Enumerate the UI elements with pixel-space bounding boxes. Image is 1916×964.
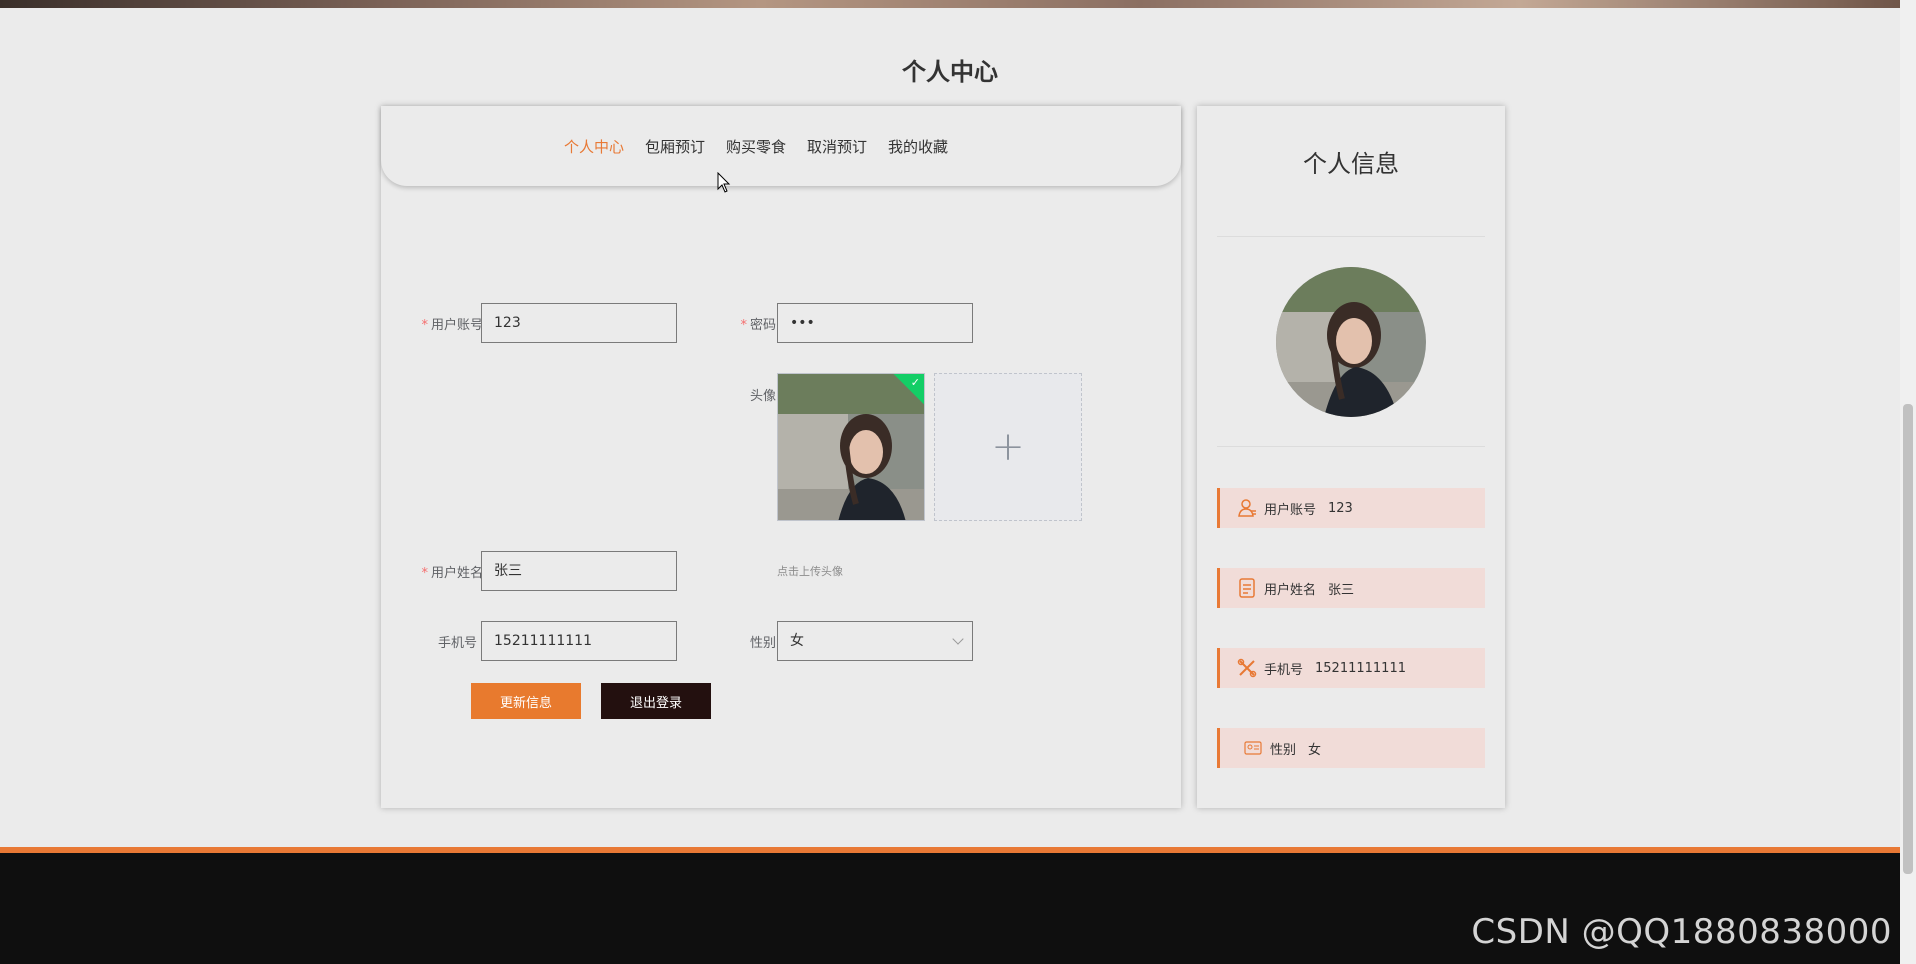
divider: [1217, 446, 1485, 447]
tab-buy-snacks[interactable]: 购买零食: [726, 136, 786, 157]
required-mark: *: [740, 318, 747, 333]
password-input[interactable]: •••: [777, 303, 973, 343]
hero-banner-strip: [0, 0, 1900, 8]
info-value: 15211111111: [1315, 660, 1406, 676]
gender-select-value: 女: [790, 633, 804, 649]
logout-button[interactable]: 退出登录: [601, 683, 711, 719]
personal-info-card: 个人信息 用户账号 123 用户姓名 张三 手机号 15211111111 性别…: [1197, 106, 1505, 808]
name-label: * 用户姓名: [421, 566, 483, 581]
page-scrollbar[interactable]: [1900, 0, 1916, 964]
password-label: * 密码: [740, 318, 776, 333]
gender-label: 性别: [749, 636, 776, 651]
divider: [1217, 236, 1485, 237]
watermark: CSDN @QQ1880838000: [1471, 912, 1892, 952]
info-row-name: 用户姓名 张三: [1217, 568, 1485, 608]
info-value: 女: [1308, 742, 1322, 758]
info-label: 用户姓名: [1264, 582, 1317, 598]
footer: CSDN @QQ1880838000: [0, 853, 1900, 964]
info-value: 张三: [1328, 582, 1355, 598]
info-row-account: 用户账号 123: [1217, 488, 1485, 528]
info-label: 手机号: [1264, 662, 1304, 678]
name-input[interactable]: 张三: [481, 551, 677, 591]
tab-bar: 个人中心 包厢预订 购买零食 取消预订 我的收藏: [381, 106, 1181, 186]
upload-tip: 点击上传头像: [777, 565, 843, 578]
info-label: 性别: [1270, 742, 1297, 758]
avatar-label: 头像: [749, 389, 776, 404]
info-row-gender: 性别 女: [1217, 728, 1485, 768]
document-icon: [1236, 577, 1258, 599]
info-label: 用户账号: [1264, 502, 1317, 518]
mouse-cursor-icon: [717, 171, 731, 198]
phone-input[interactable]: 15211111111: [481, 621, 677, 661]
page-title: 个人中心: [902, 58, 998, 86]
profile-form-card: 个人中心 包厢预订 购买零食 取消预订 我的收藏 * 用户账号 123 * 密码 •…: [381, 106, 1181, 808]
avatar-preview[interactable]: ✓: [777, 373, 925, 521]
user-icon: [1236, 497, 1258, 519]
account-input[interactable]: 123: [481, 303, 677, 343]
scrollbar-thumb[interactable]: [1903, 404, 1913, 874]
info-value: 123: [1328, 500, 1353, 516]
info-row-phone: 手机号 15211111111: [1217, 648, 1485, 688]
tab-my-favorites[interactable]: 我的收藏: [888, 136, 948, 157]
gender-select[interactable]: 女: [777, 621, 973, 661]
account-label: * 用户账号: [421, 318, 483, 333]
avatar-upload-button[interactable]: +: [934, 373, 1082, 521]
avatar: [1276, 267, 1426, 417]
tab-cancel-booking[interactable]: 取消预订: [807, 136, 867, 157]
id-card-icon: [1242, 737, 1264, 759]
chevron-down-icon: [952, 633, 964, 645]
check-icon: ✓: [910, 376, 920, 389]
side-title: 个人信息: [1303, 150, 1399, 178]
phone-label: 手机号: [437, 636, 477, 651]
update-info-button[interactable]: 更新信息: [471, 683, 581, 719]
required-mark: *: [421, 318, 428, 333]
tab-room-booking[interactable]: 包厢预订: [645, 136, 705, 157]
required-mark: *: [421, 566, 428, 581]
tab-personal-center[interactable]: 个人中心: [564, 136, 624, 157]
plus-icon: +: [991, 424, 1025, 470]
tools-icon: [1236, 657, 1258, 679]
